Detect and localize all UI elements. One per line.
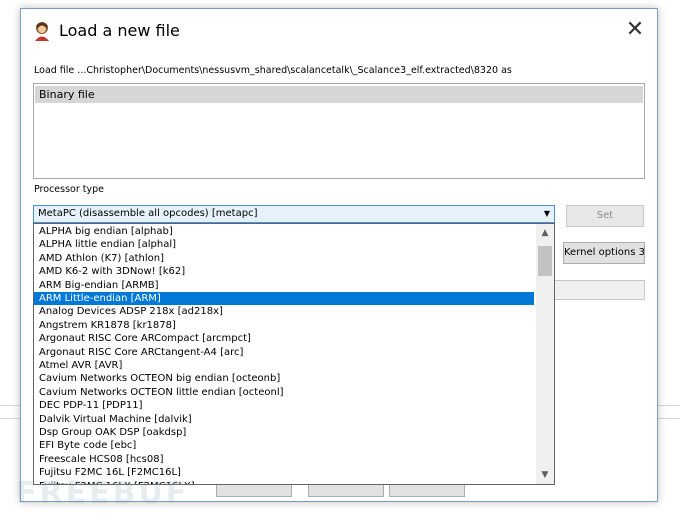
chevron-down-icon[interactable]: ▼ <box>544 206 550 222</box>
background-line <box>658 418 680 419</box>
processor-option[interactable]: Angstrem KR1878 [kr1878] <box>34 319 534 332</box>
format-item-binary[interactable]: Binary file <box>35 86 643 103</box>
processor-option[interactable]: DEC PDP-11 [PDP11] <box>34 399 534 412</box>
processor-option[interactable]: Dsp Group OAK DSP [oakdsp] <box>34 426 534 439</box>
processor-option[interactable]: Argonaut RISC Core ARCtangent-A4 [arc] <box>34 346 534 359</box>
processor-type-label: Processor type <box>34 184 104 195</box>
title-bar[interactable]: Load a new file ✕ <box>21 9 657 53</box>
processor-option[interactable]: ALPHA little endian [alphal] <box>34 238 534 251</box>
processor-option[interactable]: Argonaut RISC Core ARCompact [arcmpct] <box>34 332 534 345</box>
scrollbar-thumb[interactable] <box>538 246 552 276</box>
processor-option[interactable]: Freescale HCS08 [hcs08] <box>34 453 534 466</box>
file-format-list[interactable]: Binary file <box>33 83 645 179</box>
processor-option[interactable]: Analog Devices ADSP 218x [ad218x] <box>34 305 534 318</box>
processor-option[interactable]: ARM Big-endian [ARMB] <box>34 279 534 292</box>
processor-option[interactable]: Atmel AVR [AVR] <box>34 359 534 372</box>
load-file-label: Load file ...Christopher\Documents\nessu… <box>34 65 512 76</box>
chevron-down-icon[interactable]: ▼ <box>536 466 554 484</box>
background-line <box>0 405 20 406</box>
processor-option-selected[interactable]: ARM Little-endian [ARM] <box>34 292 534 306</box>
processor-option[interactable]: Cavium Networks OCTEON big endian [octeo… <box>34 372 534 385</box>
background-line <box>658 405 680 406</box>
processor-option[interactable]: Dalvik Virtual Machine [dalvik] <box>34 413 534 426</box>
processor-dropdown-list[interactable]: ALPHA big endian [alphab] ALPHA little en… <box>33 223 555 485</box>
chevron-up-icon[interactable]: ▲ <box>536 224 554 242</box>
kernel-options-button[interactable]: Kernel options 3 <box>563 242 645 264</box>
processor-selected-value: MetaPC (disassemble all opcodes) [metapc… <box>38 208 258 219</box>
processor-type-combobox[interactable]: MetaPC (disassemble all opcodes) [metapc… <box>33 205 555 223</box>
processor-option[interactable]: AMD K6-2 with 3DNow! [k62] <box>34 265 534 278</box>
obscured-field <box>541 280 645 300</box>
watermark: FREEBUF <box>16 476 190 511</box>
close-icon[interactable]: ✕ <box>621 17 649 45</box>
dialog-title: Load a new file <box>59 21 180 40</box>
set-button[interactable]: Set <box>566 205 644 227</box>
dropdown-scrollbar[interactable]: ▲ ▼ <box>536 224 554 484</box>
processor-option[interactable]: EFI Byte code [ebc] <box>34 439 534 452</box>
processor-option[interactable]: Cavium Networks OCTEON little endian [oc… <box>34 386 534 399</box>
processor-option[interactable]: AMD Athlon (K7) [athlon] <box>34 252 534 265</box>
load-file-dialog: Load a new file ✕ Load file ...Christoph… <box>20 8 658 502</box>
ida-app-icon <box>35 22 49 41</box>
processor-option[interactable]: ALPHA big endian [alphab] <box>34 225 534 238</box>
background-line <box>0 418 20 419</box>
